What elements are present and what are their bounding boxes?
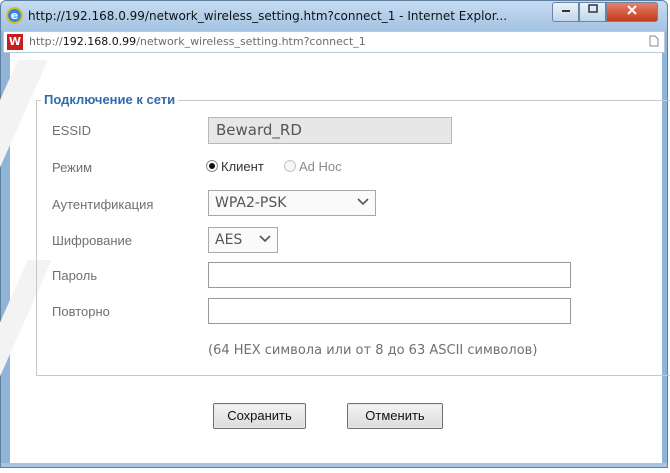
close-icon	[627, 5, 637, 15]
save-button[interactable]: Сохранить	[213, 403, 306, 429]
password-hint: (64 HEX символа или от 8 до 63 ASCII сим…	[208, 343, 538, 358]
maximize-button[interactable]	[579, 2, 606, 22]
minimize-icon	[561, 10, 570, 12]
window-title: http://192.168.0.99/network_wireless_set…	[28, 9, 508, 23]
url-path: /network_wireless_setting.htm?connect_1	[136, 35, 366, 48]
password-input[interactable]	[208, 262, 571, 288]
address-bar[interactable]: W http://192.168.0.99/network_wireless_s…	[3, 31, 665, 53]
chevron-down-icon	[356, 191, 370, 215]
password-label: Пароль	[52, 268, 98, 283]
encryption-value: AES	[215, 232, 243, 248]
essid-field: Beward_RD	[208, 117, 452, 144]
authentication-value: WPA2-PSK	[215, 195, 287, 211]
mode-adhoc-label[interactable]: Ad Hoc	[299, 159, 342, 174]
minimize-button[interactable]	[552, 2, 579, 22]
url-host: 192.168.0.99	[62, 35, 137, 48]
close-button[interactable]	[606, 2, 658, 22]
mode-client-radio[interactable]	[206, 160, 218, 172]
chevron-down-icon	[258, 228, 272, 252]
window-bottom-frame	[1, 463, 667, 467]
url-prefix: http://	[29, 35, 63, 48]
repeat-password-label: Повторно	[52, 304, 110, 319]
essid-label: ESSID	[52, 123, 92, 138]
authentication-select[interactable]: WPA2-PSK	[208, 190, 376, 216]
authentication-label: Аутентификация	[52, 197, 154, 212]
mode-label: Режим	[52, 160, 93, 175]
encryption-label: Шифрование	[52, 233, 132, 248]
url-text[interactable]: http://192.168.0.99/network_wireless_set…	[29, 35, 366, 48]
title-bar: e http://192.168.0.99/network_wireless_s…	[1, 1, 667, 31]
page-icon[interactable]	[649, 35, 659, 50]
mode-client-label[interactable]: Клиент	[221, 159, 264, 174]
cancel-button[interactable]: Отменить	[347, 403, 443, 429]
group-legend: Подключение к сети	[41, 92, 179, 107]
site-favicon-icon: W	[7, 34, 23, 50]
maximize-icon	[587, 4, 598, 13]
encryption-select[interactable]: AES	[208, 227, 278, 253]
mode-adhoc-radio[interactable]	[284, 160, 296, 172]
repeat-password-input[interactable]	[208, 298, 571, 324]
internet-explorer-icon: e	[6, 7, 23, 24]
